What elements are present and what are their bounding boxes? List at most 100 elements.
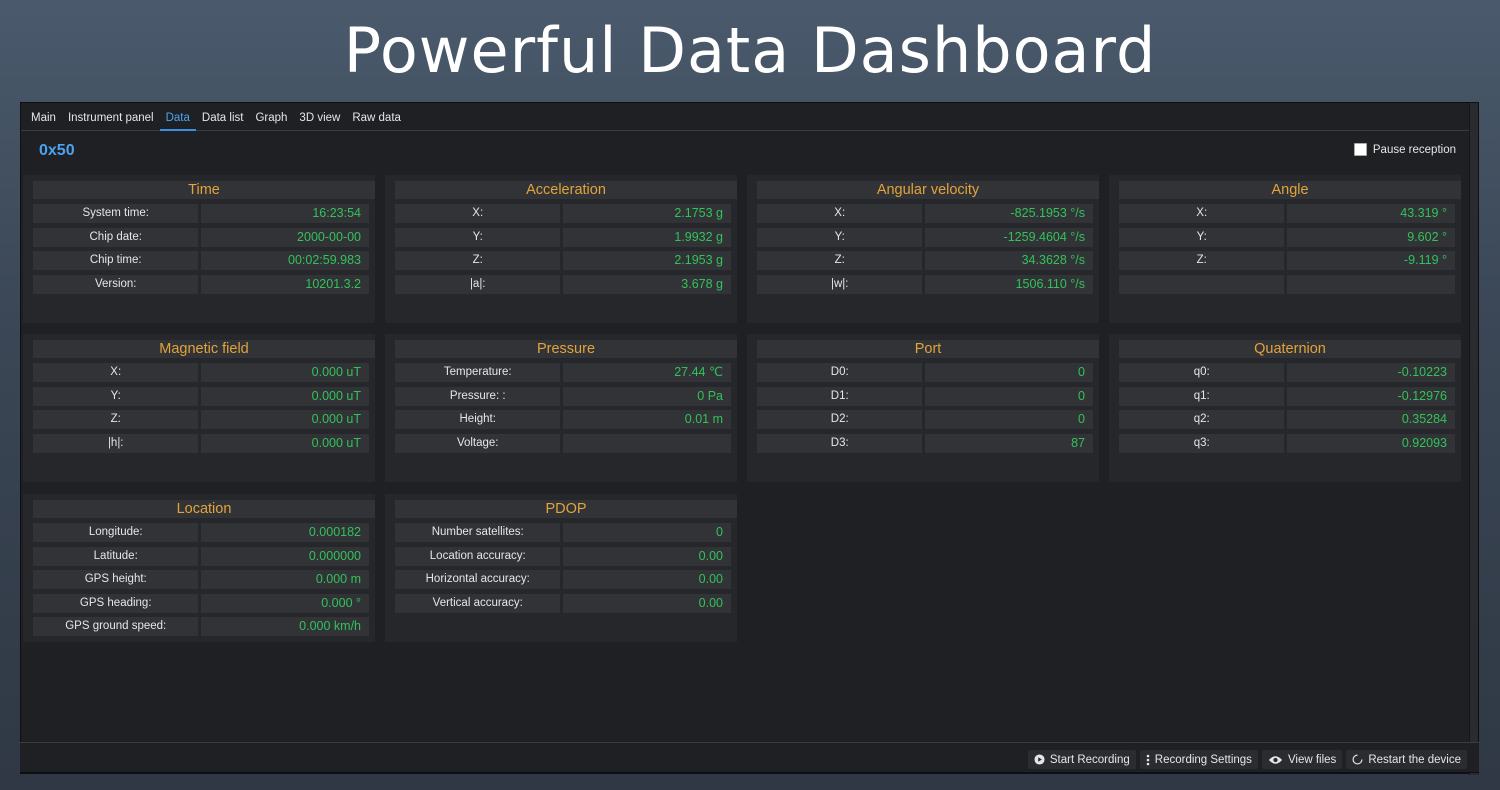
field-label: X: xyxy=(33,363,199,382)
eye-icon xyxy=(1268,755,1283,765)
start-recording-button[interactable]: Start Recording xyxy=(1027,750,1136,769)
data-row: D1: 0 xyxy=(757,386,1093,406)
vertical-dots-icon xyxy=(1146,754,1150,766)
tab-data[interactable]: Data xyxy=(159,112,197,131)
data-row: D2: 0 xyxy=(757,410,1093,429)
field-value: 27.44 ℃ xyxy=(563,363,731,382)
data-row: |w|: 1506.110 °/s xyxy=(757,274,1093,294)
field-value: 43.319 ° xyxy=(1287,204,1455,223)
field-label: Y: xyxy=(757,227,923,247)
pause-reception[interactable]: Pause reception xyxy=(1353,143,1456,156)
field-value: 3.678 g xyxy=(563,274,731,294)
panel-title: Acceleration xyxy=(395,181,737,199)
field-label: Vertical accuracy: xyxy=(395,593,561,613)
data-row: Y: -1259.4604 °/s xyxy=(757,227,1093,247)
field-label: Pressure: : xyxy=(395,386,561,406)
data-row: Chip date: 2000-00-00 xyxy=(33,227,369,247)
view-files-button[interactable]: View files xyxy=(1261,750,1343,769)
tab-3d-view[interactable]: 3D view xyxy=(293,112,346,130)
field-label: D2: xyxy=(757,410,923,429)
recording-settings-button[interactable]: Recording Settings xyxy=(1139,750,1258,769)
data-row: Number satellites: 0 xyxy=(395,523,731,542)
banner: Powerful Data Dashboard xyxy=(0,0,1500,100)
tab-raw-data[interactable]: Raw data xyxy=(346,112,407,130)
data-row: Horizontal accuracy: 0.00 xyxy=(395,570,731,589)
field-value: 34.3628 °/s xyxy=(925,251,1093,270)
data-row: Height: 0.01 m xyxy=(395,410,731,429)
field-label: Version: xyxy=(33,274,199,294)
data-row: Z: -9.119 ° xyxy=(1119,251,1455,270)
panel-title: Quaternion xyxy=(1119,340,1461,358)
field-label: X: xyxy=(757,204,923,223)
field-label: System time: xyxy=(33,204,199,223)
field-value: 0 Pa xyxy=(563,386,731,406)
field-label: D3: xyxy=(757,433,923,453)
field-value: 0 xyxy=(925,410,1093,429)
field-value: 0 xyxy=(563,523,731,542)
restart-device-button[interactable]: Restart the device xyxy=(1346,750,1467,769)
field-value: 2.1953 g xyxy=(563,251,731,270)
field-label: Height: xyxy=(395,410,561,429)
field-value: 1.9932 g xyxy=(563,227,731,247)
tab-main[interactable]: Main xyxy=(25,112,62,130)
panel-pdop: PDOP Number satellites: 0 Location accuracy… xyxy=(385,494,737,642)
play-circle-icon xyxy=(1034,754,1045,765)
start-recording-label: Start Recording xyxy=(1049,753,1130,766)
panel-acceleration: Acceleration X: 2.1753 g Y: 1.9932 g Z: 2.1953… xyxy=(385,175,737,323)
data-row: Y: 9.602 ° xyxy=(1119,227,1455,247)
field-label: GPS heading: xyxy=(33,593,199,613)
tab-data-list[interactable]: Data list xyxy=(196,112,250,130)
field-value: 0.000000 xyxy=(201,546,369,566)
field-value: -0.12976 xyxy=(1287,386,1455,406)
data-row: System time: 16:23:54 xyxy=(33,204,369,223)
field-label: |w|: xyxy=(757,274,923,294)
data-row xyxy=(1119,274,1455,294)
field-value xyxy=(563,433,731,453)
panel-pressure: Pressure Temperature: 27.44 ℃ Pressure: :0 … xyxy=(385,334,737,482)
data-row: Pressure: :0 Pa xyxy=(395,386,731,406)
field-value xyxy=(1287,274,1455,294)
field-value: 0.01 m xyxy=(563,410,731,429)
panel-title: Angle xyxy=(1119,181,1461,199)
data-row: q3: 0.92093 xyxy=(1119,433,1455,453)
field-label: Latitude: xyxy=(33,546,199,566)
field-label: |a|: xyxy=(395,274,561,294)
field-value: 0.000 uT xyxy=(201,433,369,453)
field-label: Horizontal accuracy: xyxy=(395,570,561,589)
data-row: X: 43.319 ° xyxy=(1119,204,1455,223)
data-row: Longitude: 0.000182 xyxy=(33,523,369,542)
field-value: 1506.110 °/s xyxy=(925,274,1093,294)
data-row: X: -825.1953 °/s xyxy=(757,204,1093,223)
field-value: 0.92093 xyxy=(1287,433,1455,453)
data-row: D0: 0 xyxy=(757,363,1093,382)
field-label: Chip time: xyxy=(33,251,199,270)
field-label: Y: xyxy=(395,227,561,247)
scrollbar[interactable] xyxy=(1469,103,1478,775)
data-row: Y: 1.9932 g xyxy=(395,227,731,247)
field-value: -0.10223 xyxy=(1287,363,1455,382)
field-value: 2.1753 g xyxy=(563,204,731,223)
field-value: 0.000 uT xyxy=(201,410,369,429)
field-value: 0.000 km/h xyxy=(201,617,369,636)
field-label: Z: xyxy=(33,410,199,429)
field-value: 87 xyxy=(925,433,1093,453)
field-value: 10201.3.2 xyxy=(201,274,369,294)
pause-reception-checkbox[interactable] xyxy=(1353,143,1367,156)
field-label: Z: xyxy=(1119,251,1285,270)
tab-instrument-panel[interactable]: Instrument panel xyxy=(62,112,160,130)
field-value: 0 xyxy=(925,363,1093,382)
data-row: q1: -0.12976 xyxy=(1119,386,1455,406)
panel-title: Time xyxy=(33,181,375,199)
panel-time: Time System time: 16:23:54 Chip date: 2000-0… xyxy=(23,175,375,323)
field-label: Chip date: xyxy=(33,227,199,247)
banner-title: Powerful Data Dashboard xyxy=(343,13,1157,87)
refresh-icon xyxy=(1352,754,1363,765)
tab-graph[interactable]: Graph xyxy=(249,112,293,130)
data-row: Z: 0.000 uT xyxy=(33,410,369,429)
panel-port: Port D0: 0 D1: 0 D2: 0 D3: 87 xyxy=(747,334,1099,482)
field-label: q1: xyxy=(1119,386,1285,406)
pause-reception-label: Pause reception xyxy=(1372,143,1456,156)
field-value: 0 xyxy=(925,386,1093,406)
data-row: Vertical accuracy: 0.00 xyxy=(395,593,731,613)
panel-quaternion: Quaternion q0: -0.10223 q1: -0.12976 q2: 0.352… xyxy=(1109,334,1461,482)
